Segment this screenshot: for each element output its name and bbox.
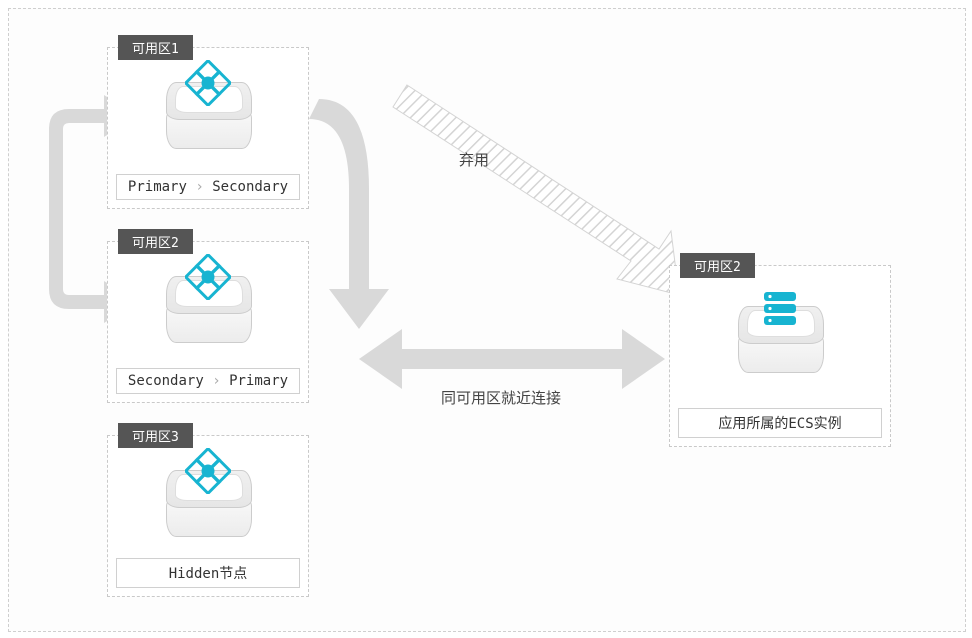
zone-az2: 可用区2 Secondary › Primary [107,241,309,403]
zone-az3: 可用区3 Hidden节点 [107,435,309,597]
zone-az3-title: 可用区3 [118,423,193,448]
zone-ecs-title: 可用区2 [680,253,755,278]
replica-icon [185,448,231,494]
zone-az2-label: Secondary › Primary [116,368,300,394]
deprecated-label: 弃用 [459,149,489,170]
zone-az1: 可用区1 Primary › Secondary [107,47,309,209]
zone-ecs-label: 应用所属的ECS实例 [678,408,882,438]
ecs-node-icon [735,306,825,384]
failover-arrow [309,99,389,329]
role-secondary: Secondary [212,179,288,195]
db-node-icon [163,82,253,160]
zone-az3-label: Hidden节点 [116,558,300,588]
deprecated-arrow [393,85,679,295]
zone-ecs: 可用区2 应用所属的ECS实例 [669,265,891,447]
db-node-icon [163,276,253,354]
nearby-connection-arrow [359,329,665,389]
server-icon [758,286,802,330]
db-node-icon [163,470,253,548]
zone-az2-title: 可用区2 [118,229,193,254]
role-primary: Primary [128,179,187,195]
role-primary: Primary [229,373,288,389]
nearby-label: 同可用区就近连接 [441,387,561,408]
role-secondary: Secondary [128,373,204,389]
replica-icon [185,254,231,300]
replica-icon [185,60,231,106]
zone-az1-title: 可用区1 [118,35,193,60]
diagram-canvas: 弃用 同可用区就近连接 可用区1 Primary › Secondary [8,8,966,632]
zone-az1-label: Primary › Secondary [116,174,300,200]
chevron-right-icon: › [212,373,220,389]
chevron-right-icon: › [195,179,203,195]
